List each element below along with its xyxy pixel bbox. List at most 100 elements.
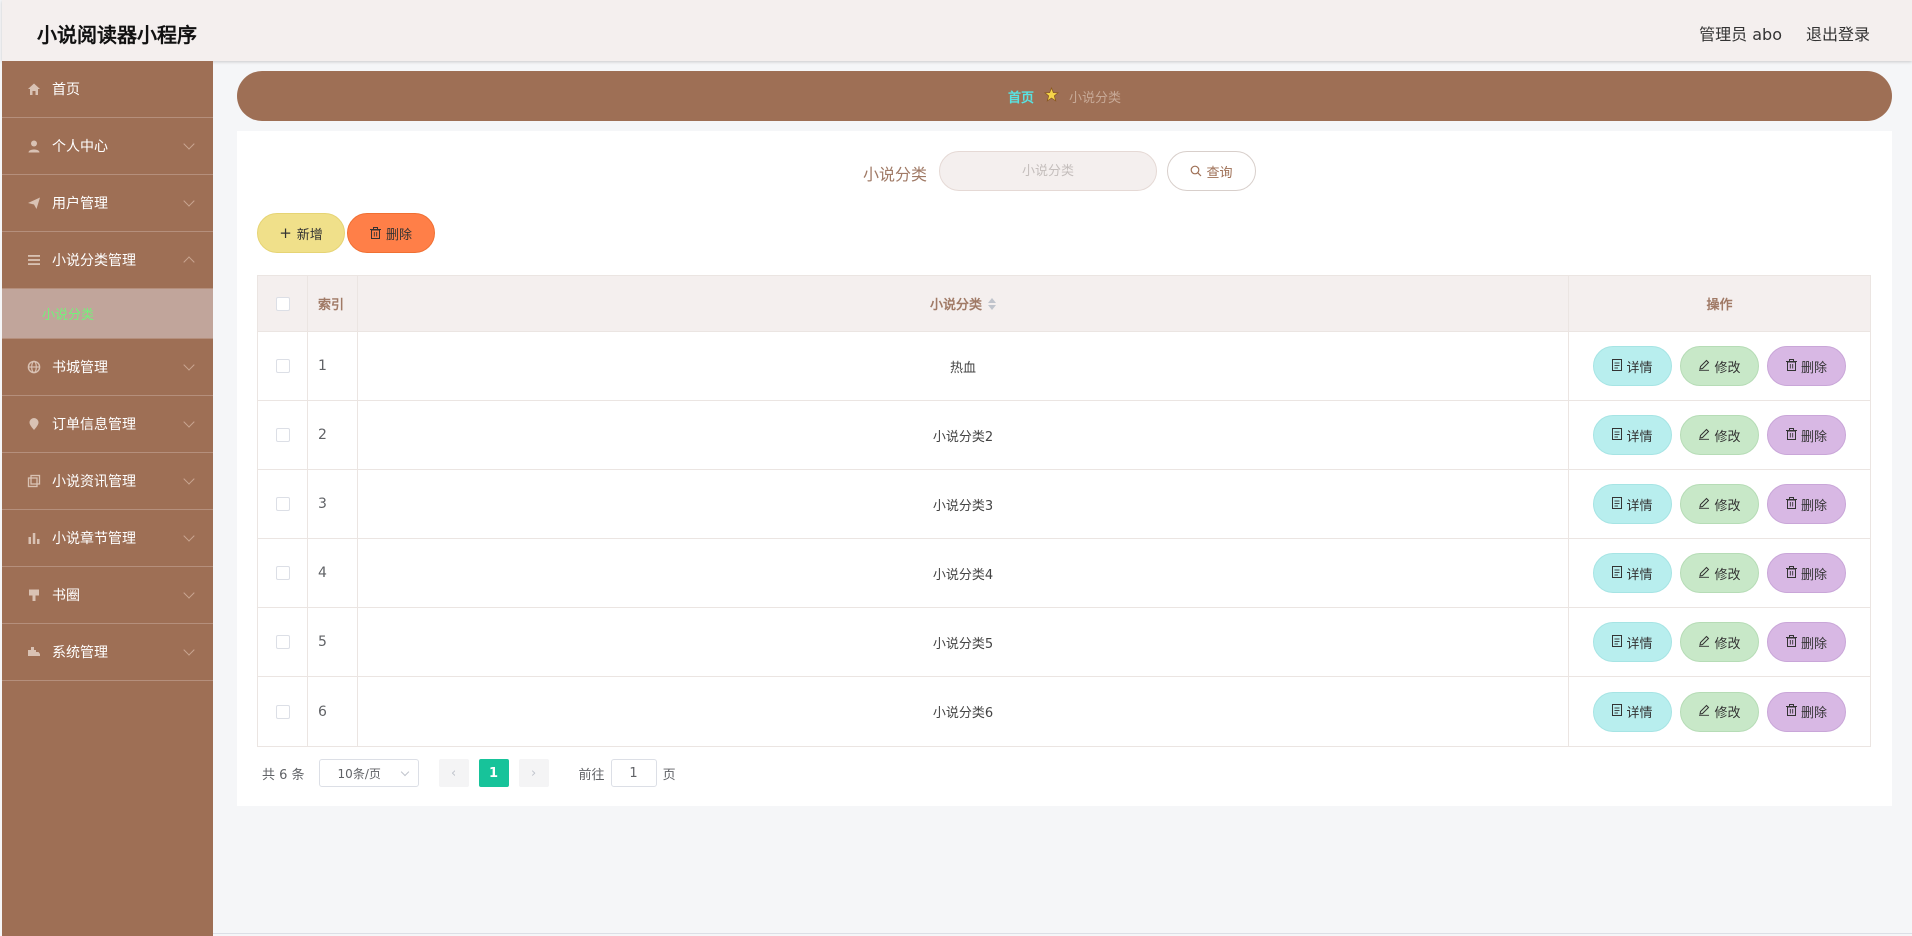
chevron-down-icon bbox=[183, 587, 195, 599]
sidebar-item-category-manage[interactable]: 小说分类管理 bbox=[2, 232, 213, 289]
row-checkbox[interactable] bbox=[275, 635, 290, 649]
row-category-name: 小说分类4 bbox=[358, 539, 1569, 607]
chevron-down-icon bbox=[183, 644, 195, 656]
sidebar-item-users[interactable]: 用户管理 bbox=[2, 175, 213, 232]
row-actions: 详情 修改 删除 bbox=[1569, 332, 1870, 400]
chevron-down-icon bbox=[183, 473, 195, 485]
edit-button[interactable]: 修改 bbox=[1680, 622, 1759, 662]
detail-label: 详情 bbox=[1626, 360, 1653, 376]
row-delete-button[interactable]: 删除 bbox=[1767, 691, 1846, 732]
detail-label: 详情 bbox=[1626, 429, 1653, 445]
row-actions: 详情 修改 删除 bbox=[1569, 608, 1870, 676]
detail-label: 详情 bbox=[1626, 706, 1653, 721]
goto-page-input[interactable] bbox=[610, 759, 657, 787]
submenu-item-category[interactable]: 小说分类 bbox=[2, 289, 213, 339]
row-actions: 详情 修改 删除 bbox=[1569, 470, 1870, 538]
column-header-name[interactable]: 小说分类 bbox=[358, 276, 1569, 331]
chevron-up-icon bbox=[183, 256, 195, 268]
globe-icon bbox=[26, 359, 42, 375]
row-checkbox[interactable] bbox=[275, 566, 290, 580]
row-checkbox[interactable] bbox=[275, 497, 290, 511]
trash-icon bbox=[369, 227, 381, 239]
row-checkbox[interactable] bbox=[275, 428, 290, 442]
row-checkbox[interactable] bbox=[275, 359, 290, 373]
trash-icon bbox=[1785, 427, 1797, 443]
detail-button[interactable]: 详情 bbox=[1593, 484, 1672, 524]
logout-button[interactable]: 退出登录 bbox=[1806, 21, 1870, 45]
row-checkbox[interactable] bbox=[275, 704, 290, 719]
table-row: 3 小说分类3 详情 修改 删除 bbox=[258, 470, 1870, 539]
sidebar-item-label: 系统管理 bbox=[52, 645, 108, 661]
row-category-name: 小说分类5 bbox=[358, 608, 1569, 676]
page-size-select[interactable]: 10条/页 bbox=[318, 759, 419, 787]
user-icon bbox=[26, 138, 42, 154]
document-icon bbox=[1612, 358, 1623, 374]
sidebar-item-label: 订单信息管理 bbox=[52, 417, 136, 433]
delete-label: 删除 bbox=[1800, 429, 1827, 445]
row-index: 5 bbox=[308, 608, 358, 676]
sidebar-item-orders[interactable]: 订单信息管理 bbox=[2, 396, 213, 453]
edit-label: 修改 bbox=[1714, 567, 1741, 583]
table-row: 6 小说分类6 详情 修改 删除 bbox=[258, 677, 1870, 746]
detail-label: 详情 bbox=[1626, 567, 1653, 583]
edit-label: 修改 bbox=[1714, 429, 1741, 445]
delete-label: 删除 bbox=[1800, 636, 1827, 652]
edit-button[interactable]: 修改 bbox=[1680, 415, 1759, 455]
table-header: 索引 小说分类 操作 bbox=[258, 276, 1870, 332]
chevron-down-icon bbox=[183, 138, 195, 150]
sidebar-item-system[interactable]: 系统管理 bbox=[2, 624, 213, 681]
row-delete-button[interactable]: 删除 bbox=[1767, 346, 1846, 386]
detail-button[interactable]: 详情 bbox=[1593, 346, 1672, 386]
edit-button[interactable]: 修改 bbox=[1680, 484, 1759, 524]
row-delete-button[interactable]: 删除 bbox=[1767, 553, 1846, 593]
sidebar-item-home[interactable]: 首页 bbox=[2, 61, 213, 118]
menu-icon bbox=[26, 252, 42, 268]
sidebar-item-news[interactable]: 小说资讯管理 bbox=[2, 453, 213, 510]
add-button[interactable]: + 新增 bbox=[257, 213, 345, 253]
chevron-down-icon bbox=[183, 416, 195, 428]
table-row: 1 热血 详情 修改 删除 bbox=[258, 332, 1870, 401]
goto-suffix: 页 bbox=[662, 767, 676, 783]
edit-button[interactable]: 修改 bbox=[1680, 346, 1759, 386]
edit-button[interactable]: 修改 bbox=[1680, 553, 1759, 593]
edit-icon bbox=[1698, 359, 1710, 374]
row-index: 4 bbox=[308, 539, 358, 607]
home-icon bbox=[26, 81, 42, 97]
row-delete-button[interactable]: 删除 bbox=[1767, 415, 1846, 455]
sidebar-item-book-circle[interactable]: 书圈 bbox=[2, 567, 213, 624]
row-delete-button[interactable]: 删除 bbox=[1767, 622, 1846, 662]
chevron-down-icon bbox=[183, 530, 195, 542]
batch-delete-button[interactable]: 删除 bbox=[347, 213, 435, 253]
search-input[interactable] bbox=[939, 151, 1157, 191]
app-title: 小说阅读器小程序 bbox=[37, 23, 197, 47]
row-delete-button[interactable]: 删除 bbox=[1767, 484, 1846, 524]
table-row: 2 小说分类2 详情 修改 删除 bbox=[258, 401, 1870, 470]
sidebar-item-profile[interactable]: 个人中心 bbox=[2, 118, 213, 175]
detail-button[interactable]: 详情 bbox=[1593, 415, 1672, 455]
edit-label: 修改 bbox=[1714, 498, 1741, 514]
query-button[interactable]: 查询 bbox=[1167, 151, 1256, 191]
chevron-down-icon bbox=[183, 195, 195, 207]
sort-icon[interactable] bbox=[988, 297, 996, 310]
detail-button[interactable]: 详情 bbox=[1593, 691, 1672, 732]
next-page-button[interactable]: › bbox=[518, 759, 549, 787]
page-number-current[interactable]: 1 bbox=[478, 759, 509, 787]
row-category-name: 小说分类2 bbox=[358, 401, 1569, 469]
row-index: 2 bbox=[308, 401, 358, 469]
sidebar-item-bookstore[interactable]: 书城管理 bbox=[2, 339, 213, 396]
select-all-checkbox[interactable] bbox=[275, 296, 290, 311]
breadcrumb-current: 小说分类 bbox=[1069, 90, 1122, 106]
row-category-name: 小说分类6 bbox=[358, 677, 1569, 746]
sidebar-item-label: 小说章节管理 bbox=[52, 531, 136, 547]
breadcrumb-home[interactable]: 首页 bbox=[1008, 87, 1034, 106]
query-label: 查询 bbox=[1206, 165, 1233, 181]
chevron-down-icon bbox=[400, 767, 409, 777]
detail-button[interactable]: 详情 bbox=[1593, 622, 1672, 662]
edit-button[interactable]: 修改 bbox=[1680, 691, 1759, 732]
sidebar-item-chapters[interactable]: 小说章节管理 bbox=[2, 510, 213, 567]
sidebar-item-label: 小说资讯管理 bbox=[52, 474, 136, 490]
chevron-down-icon bbox=[183, 359, 195, 371]
document-icon bbox=[1612, 496, 1623, 512]
prev-page-button[interactable]: ‹ bbox=[438, 759, 469, 787]
detail-button[interactable]: 详情 bbox=[1593, 553, 1672, 593]
